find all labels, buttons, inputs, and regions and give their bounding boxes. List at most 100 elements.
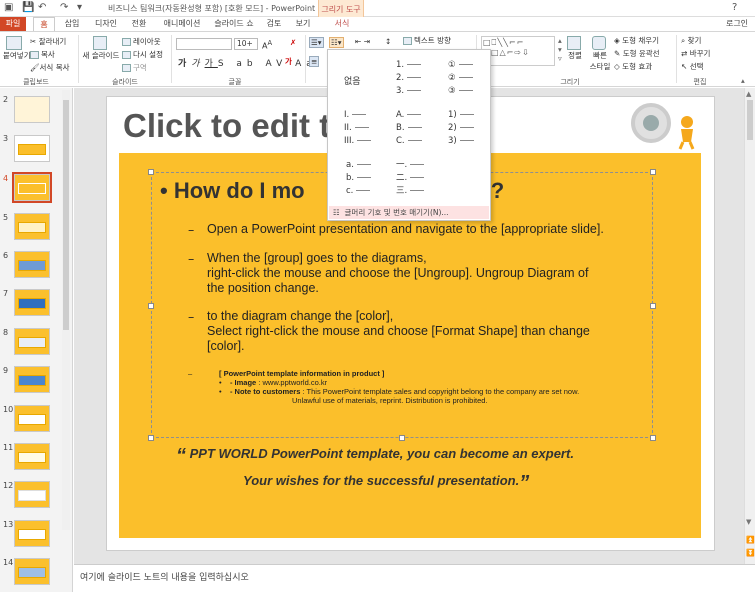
numbering-none-option[interactable]: 없음 (344, 74, 361, 87)
thumbnail-content (18, 529, 46, 540)
shape-outline-button[interactable]: ✎ 도형 윤곽선 (614, 48, 660, 59)
save-icon[interactable]: 💾 (22, 2, 34, 13)
slide-thumbnail[interactable] (14, 135, 50, 162)
next-slide-icon[interactable]: ⏬ (746, 549, 755, 557)
line-spacing-button[interactable]: ↕ (385, 37, 391, 46)
thumbnail-number: 14 (3, 558, 14, 567)
resize-handle[interactable] (148, 303, 154, 309)
tab-design[interactable]: 디자인 (91, 17, 121, 31)
resize-handle[interactable] (399, 435, 405, 441)
numbering-roman-option[interactable]: I. II. III. (344, 109, 372, 148)
undo-icon[interactable]: ↶ (38, 2, 46, 13)
find-button[interactable]: ⌕ 찾기 (681, 35, 701, 46)
slide-thumbnail[interactable] (14, 405, 50, 432)
notes-pane[interactable]: 여기에 슬라이드 노트의 내용을 입력하십시오 (74, 564, 755, 592)
reset-button[interactable]: 다시 설정 (122, 49, 163, 60)
shapes-gallery[interactable]: □⎕╲╲⌐⌐ ○□△⌐⇨⇩ (481, 36, 555, 66)
numbering-label: B. (396, 123, 405, 133)
numbering-paren-option[interactable]: 1) 2) 3) (448, 109, 474, 148)
font-size-combo[interactable]: 10+ (234, 38, 258, 50)
copy-button[interactable]: 복사 (30, 49, 55, 60)
new-slide-button[interactable]: 새 슬라이드 (82, 36, 120, 61)
tab-animations[interactable]: 애니메이션 (158, 17, 206, 31)
app-icon[interactable]: ▣ (4, 2, 13, 13)
scroll-up-icon[interactable]: ▲ (746, 90, 751, 98)
numbering-hanja-option[interactable]: 一. 二. 三. (396, 159, 425, 198)
paste-button[interactable]: 붙여넣기 (3, 36, 31, 61)
numbering-lower-alpha-option[interactable]: a. b. c. (346, 159, 372, 198)
scrollbar-thumb[interactable] (63, 100, 69, 330)
slide-thumbnail[interactable] (14, 213, 50, 240)
tab-view[interactable]: 보기 (292, 17, 314, 31)
bullets-numbering-dialog-link[interactable]: ☷ 글머리 기호 및 번호 매기기(N)... (329, 206, 489, 219)
tab-slideshow[interactable]: 슬라이드 쇼 (210, 17, 258, 31)
shape-fill-button[interactable]: ◈ 도형 채우기 (614, 35, 659, 46)
quick-styles-button[interactable]: 빠른 스타일 (587, 36, 613, 72)
slide-thumbnail[interactable] (14, 289, 50, 316)
text-direction-button[interactable]: 텍스트 방향 (403, 35, 451, 46)
scroll-down-icon[interactable]: ▼ (746, 518, 751, 526)
shape-fill-label: 도형 채우기 (622, 36, 660, 45)
resize-handle[interactable] (650, 435, 656, 441)
slide-thumbnail-selected[interactable] (12, 172, 52, 203)
bullets-button[interactable]: ☰▾ (309, 37, 324, 48)
clear-format-icon[interactable]: ✗ (290, 38, 296, 47)
numbering-label: ③ (448, 86, 456, 96)
font-format-buttons[interactable]: 가가가S ab AV Aa (178, 56, 317, 69)
sub-bullet-2b: right-click the mouse and choose the [Un… (207, 266, 589, 280)
slide-thumbnail[interactable] (14, 443, 50, 470)
redo-icon[interactable]: ↷ (60, 2, 68, 13)
scrollbar-thumb[interactable] (747, 100, 753, 140)
arrange-button[interactable]: 정렬 (563, 36, 587, 61)
layout-button[interactable]: 레이아웃 (122, 36, 161, 47)
indent-buttons[interactable]: ⇤ ⇥ (355, 37, 370, 46)
grow-font-button[interactable]: AA (262, 39, 272, 51)
previous-slide-icon[interactable]: ⏫ (746, 536, 755, 544)
slide-thumbnail[interactable] (14, 366, 50, 393)
slide-title[interactable]: Click to edit t (123, 107, 330, 145)
shape-effects-button[interactable]: ◇ 도형 효과 (614, 61, 652, 72)
thumbnail-number: 8 (3, 328, 9, 337)
format-painter-button[interactable]: 🖌서식 복사 (30, 62, 70, 73)
select-button[interactable]: ↖ 선택 (681, 61, 704, 72)
numbering-circled-option[interactable]: ① ② ③ (448, 59, 473, 98)
slide-thumbnail[interactable] (14, 328, 50, 355)
slide-thumbnail[interactable] (14, 96, 50, 123)
numbering-dropdown[interactable]: 없음 1. 2. 3. ① ② ③ I. II. III. A. B. C. 1) 2) 3) a.… (327, 49, 491, 221)
dash-marker: – (188, 369, 193, 378)
customize-qat-icon[interactable]: ▾ (77, 2, 82, 13)
help-icon[interactable]: ? (732, 2, 737, 13)
slide-thumbnail[interactable] (14, 558, 50, 585)
font-name-combo[interactable] (176, 38, 232, 50)
align-left-button[interactable]: ≡ (309, 56, 320, 67)
vertical-scrollbar[interactable]: ▲ ▼ ⏫ ⏬ (744, 88, 755, 564)
slide-thumbnail[interactable] (14, 481, 50, 508)
thumbnail-scrollbar[interactable] (62, 90, 70, 530)
tab-home[interactable]: 홈 (33, 17, 55, 31)
tab-review[interactable]: 검토 (263, 17, 285, 31)
font-color-button[interactable]: 가 (285, 56, 292, 67)
slide-thumbnail[interactable] (14, 251, 50, 278)
collapse-ribbon-icon[interactable]: ▴ (741, 76, 745, 85)
tab-insert[interactable]: 삽입 (60, 17, 84, 31)
info-note-label: - Note to customers (229, 387, 301, 396)
tab-format[interactable]: 서식 (330, 17, 354, 31)
resize-handle[interactable] (650, 169, 656, 175)
slide-thumbnail[interactable] (14, 520, 50, 547)
resize-handle[interactable] (650, 303, 656, 309)
section-button[interactable]: 구역 (122, 62, 147, 73)
paste-icon (6, 36, 22, 50)
find-icon: ⌕ (681, 36, 686, 45)
numbering-button[interactable]: ☷▾ (329, 37, 344, 48)
cut-button[interactable]: ✂ 잘라내기 (30, 36, 66, 47)
replace-button[interactable]: ⇄ 바꾸기 (681, 48, 710, 59)
numbering-arabic-option[interactable]: 1. 2. 3. (396, 59, 422, 98)
resize-handle[interactable] (148, 169, 154, 175)
tab-file[interactable]: 파일 (0, 17, 26, 31)
user-login[interactable]: 로그인 (722, 17, 752, 31)
gallery-scroll[interactable]: ▴ ▾ ▿ (558, 36, 562, 63)
numbering-upper-alpha-option[interactable]: A. B. C. (396, 109, 422, 148)
tab-transitions[interactable]: 전환 (126, 17, 152, 31)
info-note: • - Note to customers : This PowerPoint … (219, 387, 580, 396)
resize-handle[interactable] (148, 435, 154, 441)
